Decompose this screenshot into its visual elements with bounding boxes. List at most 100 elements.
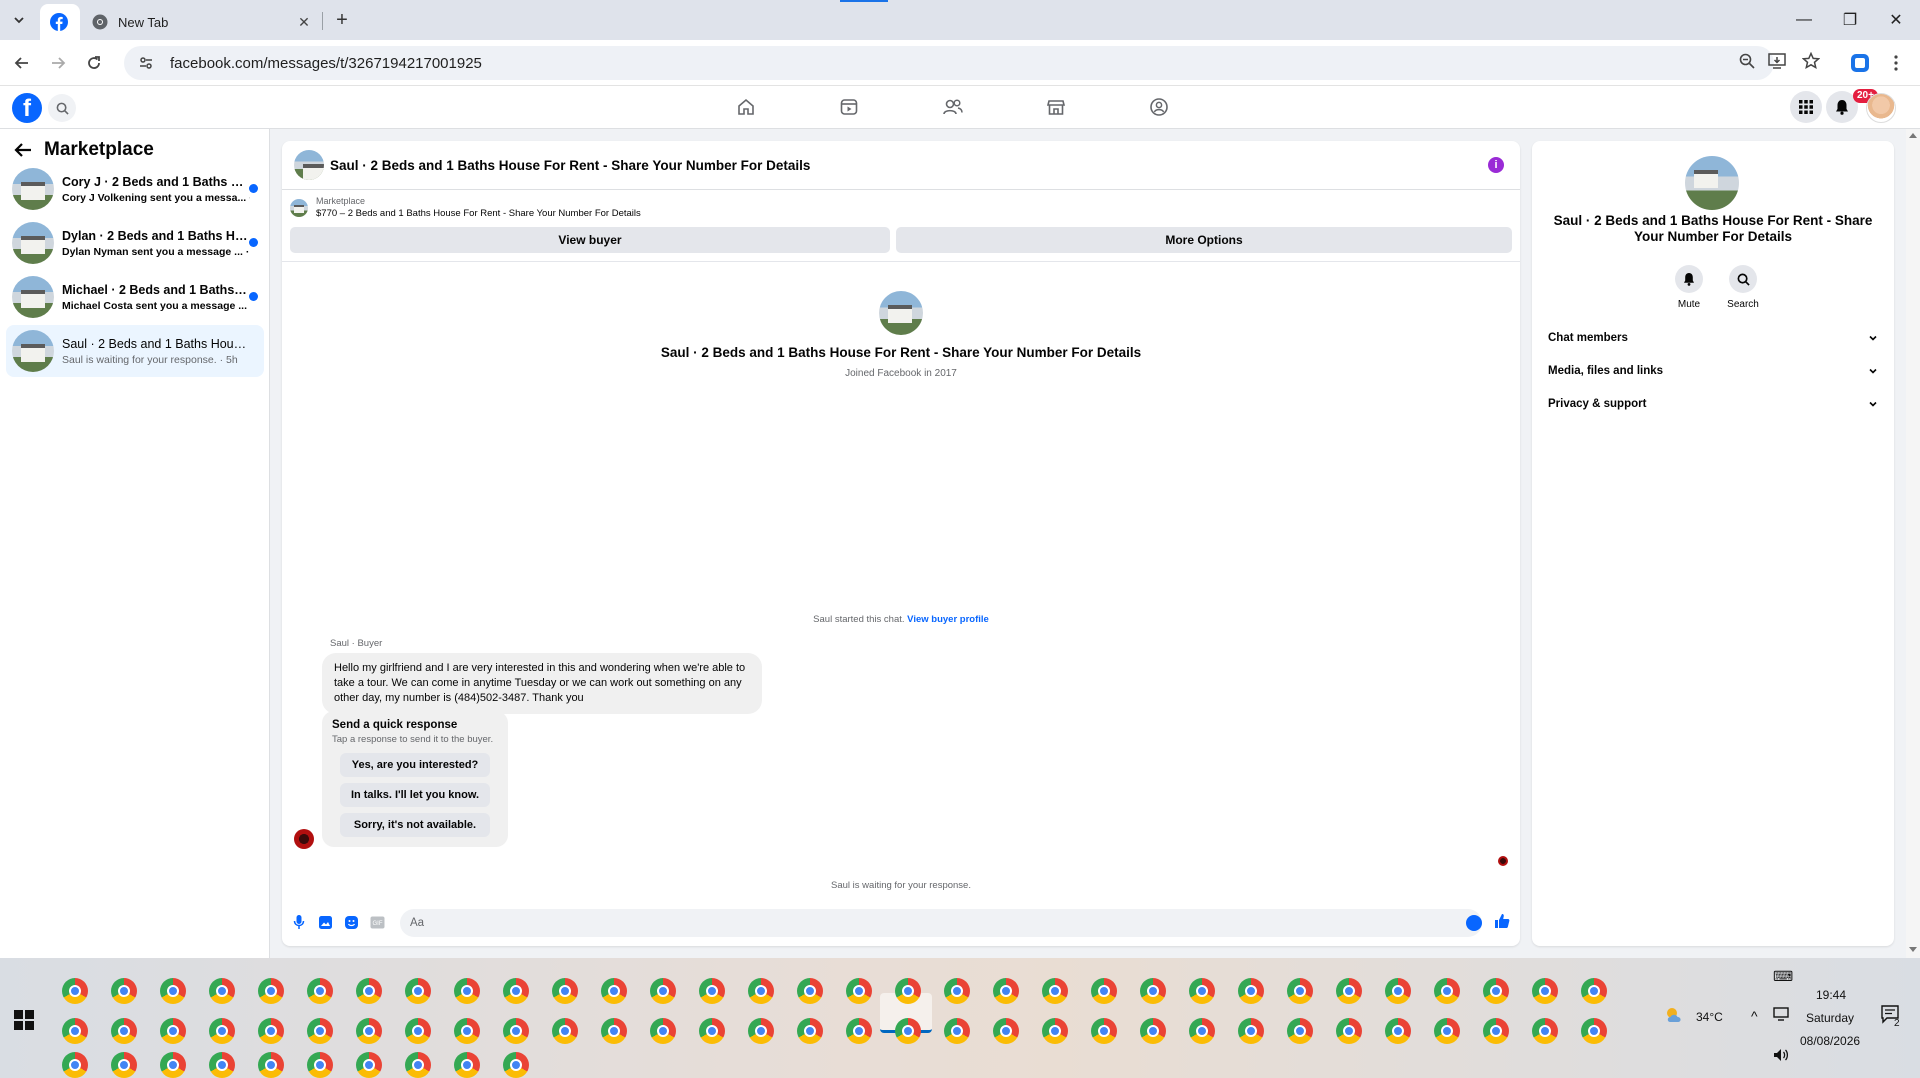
conversation-item-michael[interactable]: Michael · 2 Beds and 1 Baths Ho... Micha… (6, 271, 264, 323)
quick-response-in-talks[interactable]: In talks. I'll let you know. (340, 783, 490, 807)
chat-avatar[interactable] (294, 150, 324, 180)
tab-facebook[interactable] (40, 4, 80, 40)
taskbar-app-icon[interactable] (699, 1018, 725, 1044)
taskbar-app-icon[interactable] (1238, 978, 1264, 1004)
page-scrollbar[interactable] (1906, 129, 1920, 958)
taskbar-app-icon[interactable] (1385, 1018, 1411, 1044)
taskbar-app-icon[interactable] (111, 1052, 137, 1078)
taskbar-app-icon[interactable] (552, 1018, 578, 1044)
site-info-icon[interactable] (138, 55, 154, 71)
taskbar-app-icon[interactable] (1287, 978, 1313, 1004)
menu-button[interactable] (1790, 91, 1822, 123)
bookmark-star-icon[interactable] (1798, 48, 1824, 74)
taskbar-app-icon[interactable] (454, 978, 480, 1004)
taskbar-app-icon[interactable] (356, 1018, 382, 1044)
conversation-item-dylan[interactable]: Dylan · 2 Beds and 1 Baths Hous... Dylan… (6, 217, 264, 269)
taskbar-app-icon[interactable] (503, 1052, 529, 1078)
taskbar-app-icon[interactable] (454, 1052, 480, 1078)
taskbar-app-icon[interactable] (1434, 1018, 1460, 1044)
taskbar-app-icon[interactable] (160, 978, 186, 1004)
mute-button[interactable]: Mute (1667, 265, 1711, 310)
forward-button[interactable] (44, 49, 72, 77)
taskbar-app-icon[interactable] (111, 978, 137, 1004)
taskbar-app-icon[interactable] (258, 1052, 284, 1078)
taskbar-app-icon[interactable] (1336, 978, 1362, 1004)
taskbar-app-icon[interactable] (1532, 978, 1558, 1004)
buyer-avatar[interactable] (294, 829, 314, 849)
touch-keyboard-icon[interactable]: ⌨ (1773, 968, 1793, 985)
nav-marketplace[interactable] (1041, 92, 1071, 122)
more-options-button[interactable]: More Options (896, 227, 1512, 253)
network-icon[interactable] (1773, 1007, 1789, 1021)
taskbar-app-icon[interactable] (1140, 978, 1166, 1004)
profile-button[interactable] (1846, 49, 1874, 77)
search-conversation-button[interactable]: Search (1721, 265, 1765, 310)
taskbar-app-icon[interactable] (846, 978, 872, 1004)
minimize-button[interactable]: — (1781, 0, 1827, 40)
address-bar[interactable]: facebook.com/messages/t/3267194217001925 (124, 46, 1774, 80)
taskbar-app-icon[interactable] (1042, 1018, 1068, 1044)
info-icon[interactable]: i (1488, 157, 1504, 173)
nav-groups[interactable] (1144, 92, 1174, 122)
nav-home[interactable] (731, 92, 761, 122)
clock-day[interactable]: Saturday (1806, 1011, 1854, 1025)
close-window-button[interactable]: ✕ (1873, 0, 1919, 40)
taskbar-app-icon[interactable] (454, 1018, 480, 1044)
chevron-up-icon[interactable]: ^ (1751, 1008, 1758, 1024)
taskbar-app-icon[interactable] (1287, 1018, 1313, 1044)
taskbar-app-icon[interactable] (650, 978, 676, 1004)
microphone-icon[interactable] (290, 913, 308, 931)
taskbar-app-icon[interactable] (160, 1052, 186, 1078)
taskbar-app-icon[interactable] (209, 978, 235, 1004)
message-input[interactable] (400, 909, 1482, 937)
nav-watch[interactable] (834, 92, 864, 122)
reload-button[interactable] (80, 49, 108, 77)
taskbar-app-icon[interactable] (1581, 978, 1607, 1004)
taskbar-app-icon[interactable] (503, 1018, 529, 1044)
taskbar-app-icon[interactable] (1140, 1018, 1166, 1044)
taskbar-app-icon[interactable] (1042, 978, 1068, 1004)
conversation-item-cory[interactable]: Cory J · 2 Beds and 1 Baths Hous... Cory… (6, 163, 264, 215)
taskbar-app-icon[interactable] (111, 1018, 137, 1044)
clock-date[interactable]: 08/08/2026 (1800, 1034, 1860, 1048)
new-tab-button[interactable]: + (328, 8, 356, 32)
taskbar-app-icon[interactable] (209, 1018, 235, 1044)
taskbar-app-icon[interactable] (895, 1018, 921, 1044)
close-tab-icon[interactable]: ✕ (296, 14, 312, 30)
taskbar-app-icon[interactable] (552, 978, 578, 1004)
nav-friends[interactable] (938, 92, 968, 122)
taskbar-app-icon[interactable] (209, 1052, 235, 1078)
taskbar-app-icon[interactable] (307, 978, 333, 1004)
taskbar-app-icon[interactable] (993, 1018, 1019, 1044)
taskbar-app-icon[interactable] (944, 978, 970, 1004)
taskbar-app-icon[interactable] (797, 1018, 823, 1044)
chat-members-section[interactable]: Chat members (1544, 327, 1882, 349)
back-button[interactable] (8, 49, 36, 77)
taskbar-app-icon[interactable] (405, 1018, 431, 1044)
taskbar-app-icon[interactable] (1091, 978, 1117, 1004)
volume-icon[interactable] (1773, 1048, 1789, 1062)
quick-response-not-available[interactable]: Sorry, it's not available. (340, 813, 490, 837)
facebook-search-button[interactable] (48, 94, 76, 122)
taskbar-app-icon[interactable] (307, 1018, 333, 1044)
taskbar-app-icon[interactable] (405, 978, 431, 1004)
chrome-menu-button[interactable] (1882, 49, 1910, 77)
windows-start-button[interactable] (14, 1010, 34, 1030)
taskbar-app-icon[interactable] (601, 1018, 627, 1044)
taskbar-app-icon[interactable] (1189, 1018, 1215, 1044)
taskbar-app-icon[interactable] (1336, 1018, 1362, 1044)
taskbar-app-icon[interactable] (62, 978, 88, 1004)
taskbar-app-icon[interactable] (1483, 1018, 1509, 1044)
taskbar-app-icon[interactable] (62, 1018, 88, 1044)
taskbar-app-icon[interactable] (307, 1052, 333, 1078)
conversation-item-saul[interactable]: Saul · 2 Beds and 1 Baths House Fo... Sa… (6, 325, 264, 377)
photo-icon[interactable] (316, 913, 334, 931)
taskbar-app-icon[interactable] (1189, 978, 1215, 1004)
taskbar-app-icon[interactable] (895, 978, 921, 1004)
emoji-icon[interactable] (1466, 915, 1482, 931)
taskbar-app-icon[interactable] (258, 1018, 284, 1044)
taskbar-app-icon[interactable] (699, 978, 725, 1004)
taskbar-app-icon[interactable] (748, 1018, 774, 1044)
taskbar-app-icon[interactable] (405, 1052, 431, 1078)
view-buyer-profile-link[interactable]: View buyer profile (907, 614, 989, 625)
